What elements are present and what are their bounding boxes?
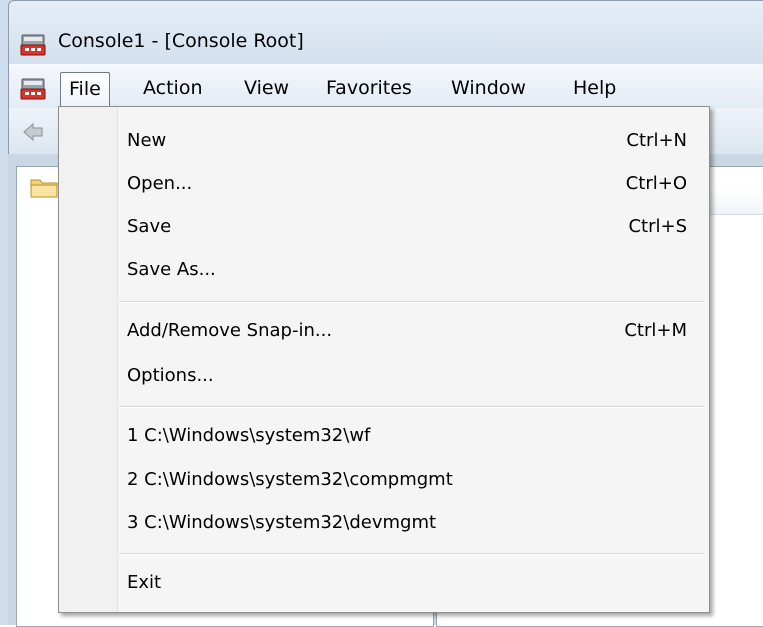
menu-item-label: New bbox=[127, 130, 167, 151]
menu-icon-gutter bbox=[59, 107, 118, 612]
menu-item-recent-1[interactable]: 1 C:\Windows\system32\wf bbox=[127, 419, 687, 453]
menu-item-label: 3 C:\Windows\system32\devmgmt bbox=[127, 512, 437, 533]
window-title: Console1 - [Console Root] bbox=[58, 30, 304, 52]
system-menu-icon[interactable] bbox=[20, 76, 46, 100]
menu-item-save-as[interactable]: Save As... bbox=[127, 253, 687, 287]
menu-separator bbox=[119, 406, 704, 408]
menu-separator bbox=[119, 553, 704, 555]
menu-item-options[interactable]: Options... bbox=[127, 359, 687, 393]
menu-item-add-remove-snap-in[interactable]: Add/Remove Snap-in... Ctrl+M bbox=[127, 314, 687, 348]
folder-icon[interactable] bbox=[30, 176, 58, 198]
menu-item-shortcut: Ctrl+M bbox=[624, 320, 687, 341]
menu-file[interactable]: File bbox=[60, 72, 110, 107]
menu-item-save[interactable]: Save Ctrl+S bbox=[127, 210, 687, 244]
menu-help[interactable]: Help bbox=[565, 72, 624, 104]
menu-item-label: Add/Remove Snap-in... bbox=[127, 320, 333, 341]
menu-item-label: Options... bbox=[127, 365, 214, 386]
back-arrow-icon[interactable] bbox=[22, 122, 44, 142]
menu-item-label: Exit bbox=[127, 572, 162, 593]
menu-item-recent-3[interactable]: 3 C:\Windows\system32\devmgmt bbox=[127, 506, 687, 540]
menu-item-new[interactable]: New Ctrl+N bbox=[127, 124, 687, 158]
menu-item-label: 2 C:\Windows\system32\compmgmt bbox=[127, 469, 453, 490]
menu-item-recent-2[interactable]: 2 C:\Windows\system32\compmgmt bbox=[127, 463, 687, 497]
menu-window[interactable]: Window bbox=[443, 72, 534, 104]
menu-item-label: Save As... bbox=[127, 259, 216, 280]
menu-item-label: Save bbox=[127, 216, 172, 237]
menu-separator bbox=[119, 301, 704, 303]
menu-view[interactable]: View bbox=[236, 72, 297, 104]
menu-item-shortcut: Ctrl+O bbox=[625, 173, 687, 194]
menu-item-label: Open... bbox=[127, 173, 193, 194]
menu-action[interactable]: Action bbox=[135, 72, 211, 104]
menu-item-label: 1 C:\Windows\system32\wf bbox=[127, 425, 371, 446]
menu-item-shortcut: Ctrl+S bbox=[628, 216, 687, 237]
menu-favorites[interactable]: Favorites bbox=[318, 72, 420, 104]
menu-item-open[interactable]: Open... Ctrl+O bbox=[127, 167, 687, 201]
menu-item-shortcut: Ctrl+N bbox=[626, 130, 687, 151]
mmc-console-icon bbox=[20, 34, 46, 56]
menu-item-exit[interactable]: Exit bbox=[127, 566, 687, 600]
file-menu-dropdown: New Ctrl+N Open... Ctrl+O Save Ctrl+S Sa… bbox=[58, 106, 710, 613]
